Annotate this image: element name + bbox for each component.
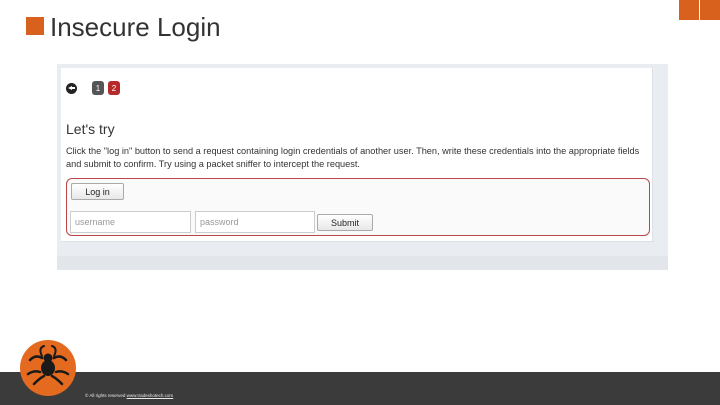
footer-link[interactable]: www.tradeshotech.com (127, 393, 174, 398)
lesson-description: Click the "log in" button to send a requ… (66, 146, 640, 169)
username-field[interactable] (70, 211, 191, 233)
submit-button[interactable]: Submit (317, 214, 373, 231)
spider-logo-icon (20, 340, 76, 396)
lesson-nav: 1 2 (66, 80, 120, 96)
corner-square-decoration (679, 0, 699, 20)
password-field[interactable] (195, 211, 315, 233)
back-arrow-icon[interactable] (66, 82, 77, 94)
lesson-panel: 1 2 Let's try Click the "log in" button … (61, 68, 653, 242)
log-in-button[interactable]: Log in (71, 183, 124, 200)
footer-copyright: © All rights reserved (85, 393, 126, 398)
page-link-2[interactable]: 2 (108, 81, 120, 95)
lesson-title: Let's try (66, 121, 115, 137)
footer-text: © All rights reserved www.tradeshotech.c… (85, 393, 173, 398)
title-square-decoration (26, 17, 44, 35)
attack-form: Log in Submit (66, 178, 650, 236)
slide-title: Insecure Login (50, 12, 221, 42)
page-link-1[interactable]: 1 (92, 81, 104, 95)
footer-bar (0, 372, 720, 405)
screenshot-bottom-strip (57, 256, 668, 270)
corner-square-decoration (700, 0, 720, 20)
